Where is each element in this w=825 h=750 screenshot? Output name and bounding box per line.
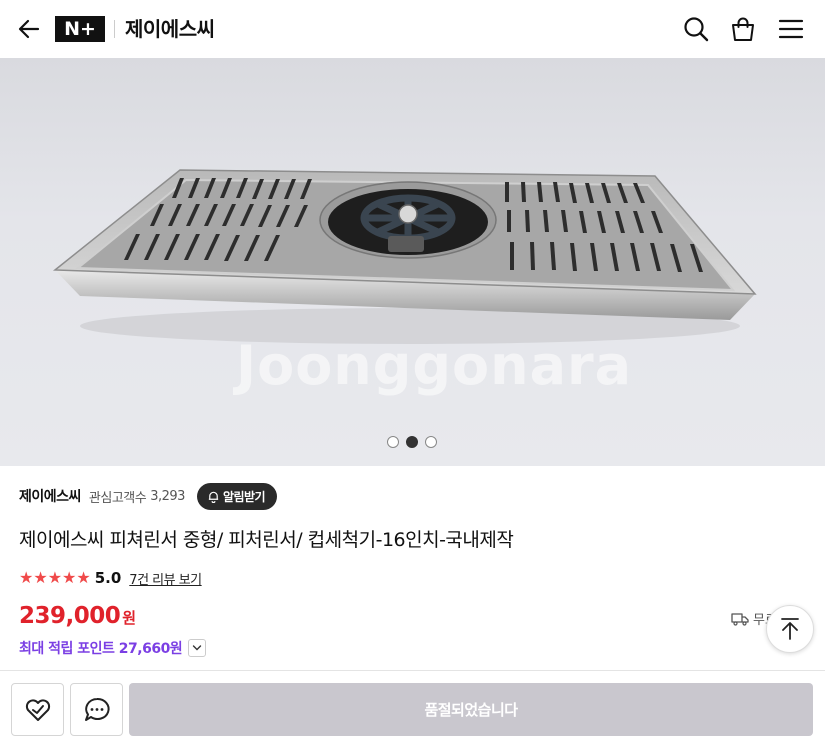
star-icon: ★ [76, 568, 91, 587]
back-arrow-icon [18, 19, 40, 39]
price: 239,000 [19, 603, 121, 629]
product-title: 제이에스씨 피쳐린서 중형/ 피처린서/ 컵세척기-16인치-국내제작 [19, 529, 514, 551]
menu-icon [778, 19, 804, 39]
price-row: 239,000 원 [19, 603, 136, 629]
star-rating: ★ ★ ★ ★ ★ [19, 568, 91, 588]
alarm-label: 알림받기 [222, 489, 266, 504]
top-bar: N+ 제이에스씨 [0, 0, 825, 58]
bell-plus-icon [208, 491, 219, 503]
rating-row: ★ ★ ★ ★ ★ 5.0 7건 리뷰 보기 [19, 568, 202, 588]
review-link[interactable]: 7건 리뷰 보기 [129, 569, 202, 588]
naver-plus-logo[interactable]: N+ [55, 16, 105, 42]
chat-button[interactable] [70, 683, 123, 736]
wishlist-button[interactable] [11, 683, 64, 736]
store-name[interactable]: 제이에스씨 [19, 486, 81, 506]
carousel-dots [387, 436, 437, 448]
bottom-action-bar: 품절되었습니다 [0, 670, 825, 750]
menu-button[interactable] [775, 13, 807, 45]
heart-check-icon [25, 698, 50, 721]
carousel-dot[interactable] [425, 436, 437, 448]
carousel-dot[interactable] [387, 436, 399, 448]
divider [114, 20, 115, 38]
search-icon [684, 17, 709, 42]
star-icon: ★ [19, 568, 34, 587]
followers-count: 3,293 [150, 488, 185, 504]
arrow-up-icon [781, 618, 799, 640]
price-unit: 원 [122, 609, 137, 627]
star-icon: ★ [47, 568, 63, 587]
shopping-bag-icon [732, 17, 754, 41]
points-expand-button[interactable] [188, 639, 207, 657]
store-title[interactable]: 제이에스씨 [125, 14, 215, 44]
product-photo [52, 169, 757, 344]
watermark: Joonggonara [236, 334, 633, 397]
chat-bubble-icon [84, 697, 110, 721]
soldout-button[interactable]: 품절되었습니다 [129, 683, 813, 736]
star-icon: ★ [33, 568, 48, 587]
points-row: 최대 적립 포인트 27,660원 [19, 638, 207, 658]
cart-button[interactable] [727, 13, 759, 45]
rating-value: 5.0 [94, 569, 122, 587]
search-button[interactable] [680, 13, 712, 45]
points-text: 최대 적립 포인트 27,660원 [19, 641, 183, 657]
carousel-dot-active[interactable] [406, 436, 418, 448]
alarm-button[interactable]: 알림받기 [196, 482, 278, 510]
store-info: 제이에스씨 관심고객수 3,293 알림받기 [19, 482, 278, 510]
logo-text: N+ [64, 18, 96, 40]
scroll-to-top-button[interactable] [766, 605, 814, 653]
followers-label: 관심고객수 [88, 490, 147, 506]
star-icon: ★ [62, 568, 77, 587]
chevron-down-icon [192, 645, 202, 651]
truck-icon [731, 612, 749, 626]
product-image[interactable]: Joonggonara [0, 58, 825, 466]
back-button[interactable] [14, 14, 44, 44]
